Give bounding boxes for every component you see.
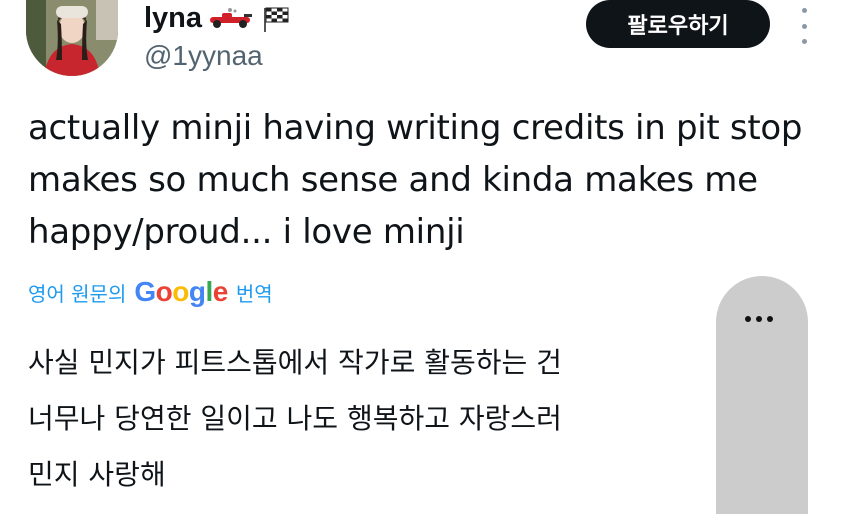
chequered-flag-icon (264, 7, 289, 32)
overlay-dot (767, 316, 773, 322)
menu-dot (801, 23, 807, 29)
translated-line: 너무나 당연한 일이고 나도 행복하고 자랑스러 (28, 402, 562, 435)
racing-car-icon (210, 7, 253, 28)
display-name[interactable]: lyna (144, 2, 202, 35)
translated-line: 사실 민지가 피트스톱에서 작가로 활동하는 건 (28, 346, 562, 379)
follow-button[interactable]: 팔로우하기 (586, 0, 770, 48)
google-logo: Google (134, 276, 228, 307)
translation-prefix: 영어 원문의 (28, 281, 127, 306)
translation-suffix: 번역 (235, 281, 273, 306)
tweet-text: actually minji having writing credits in… (28, 108, 803, 252)
translated-text: 사실 민지가 피트스톱에서 작가로 활동하는 건 너무나 당연한 일이고 나도 … (28, 335, 728, 503)
floating-overlay-button[interactable] (716, 276, 808, 514)
translation-attribution[interactable]: 영어 원문의 Google 번역 (28, 276, 273, 308)
menu-dot (801, 8, 807, 13)
display-name-row[interactable]: lyna (144, 2, 290, 35)
avatar-photo (26, 0, 118, 76)
more-horizontal-icon[interactable] (745, 316, 773, 322)
menu-dot (801, 39, 807, 44)
user-handle[interactable]: @1yynaa (144, 40, 263, 72)
avatar[interactable] (26, 0, 118, 76)
translated-line: 민지 사랑해 (28, 458, 166, 491)
overlay-dot (745, 316, 751, 322)
tweet: lyna @1yynaa 팔로우하기 actually minji having… (0, 0, 850, 514)
more-vertical-icon[interactable] (792, 8, 816, 44)
overlay-dot (756, 316, 762, 322)
